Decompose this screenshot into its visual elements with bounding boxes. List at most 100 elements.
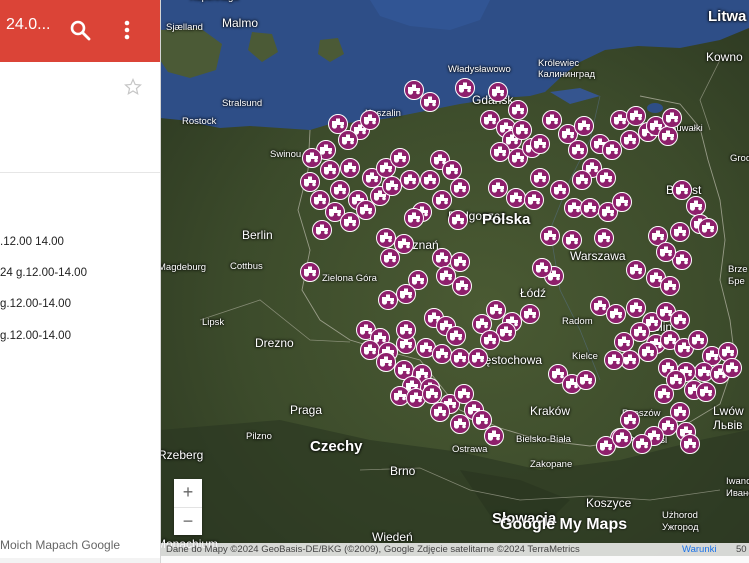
map-canvas[interactable]: Malmo Litwa Kowno Władysławowo Królewiec Кали… [160,0,749,563]
tractor-marker-icon[interactable] [488,178,508,198]
tractor-marker-icon[interactable] [382,176,402,196]
place-label: Królewiec [538,58,580,69]
tractor-marker-icon[interactable] [656,242,676,262]
star-icon[interactable] [124,78,142,96]
layer-item[interactable]: .12.00 14.00 [0,236,64,248]
tractor-marker-icon[interactable] [696,382,716,402]
layer-item[interactable]: g.12.00-14.00 [0,330,71,342]
place-label: Malmo [222,16,259,30]
tractor-marker-icon[interactable] [468,348,488,368]
tractor-marker-icon[interactable] [484,426,504,446]
tractor-marker-icon[interactable] [450,178,470,198]
tractor-marker-icon[interactable] [302,148,322,168]
scale-label: 50 [736,544,747,555]
tractor-marker-icon[interactable] [666,370,686,390]
tractor-marker-icon[interactable] [420,170,440,190]
tractor-marker-icon[interactable] [340,158,360,178]
tractor-marker-icon[interactable] [300,172,320,192]
tractor-marker-icon[interactable] [338,130,358,150]
tractor-marker-icon[interactable] [432,248,452,268]
tractor-marker-icon[interactable] [508,100,528,120]
tractor-marker-icon[interactable] [680,434,700,454]
tractor-marker-icon[interactable] [620,130,640,150]
tractor-marker-icon[interactable] [376,352,396,372]
place-label: Ужгород [662,522,699,533]
tractor-marker-icon[interactable] [662,108,682,128]
tractor-marker-icon[interactable] [658,126,678,146]
tractor-marker-icon[interactable] [530,168,550,188]
tractor-marker-icon[interactable] [568,140,588,160]
tractor-marker-icon[interactable] [312,220,332,240]
place-label: Ивано [726,488,749,499]
tractor-marker-icon[interactable] [512,120,532,140]
tractor-marker-icon[interactable] [420,92,440,112]
tractor-marker-icon[interactable] [404,208,424,228]
tractor-marker-icon[interactable] [452,276,472,296]
tractor-marker-icon[interactable] [530,134,550,154]
tractor-marker-icon[interactable] [442,160,462,180]
tractor-marker-icon[interactable] [562,230,582,250]
tractor-marker-icon[interactable] [604,350,624,370]
tractor-marker-icon[interactable] [576,370,596,390]
map-title[interactable]: 24.0... [6,16,50,34]
layer-item[interactable]: 24 g.12.00-14.00 [0,267,87,279]
tractor-marker-icon[interactable] [396,284,416,304]
tractor-marker-icon[interactable] [614,332,634,352]
tractor-marker-icon[interactable] [396,320,416,340]
tractor-marker-icon[interactable] [446,326,466,346]
tractor-marker-icon[interactable] [400,170,420,190]
tractor-marker-icon[interactable] [660,276,680,296]
tractor-marker-icon[interactable] [612,428,632,448]
tractor-marker-icon[interactable] [606,304,626,324]
tractor-marker-icon[interactable] [300,262,320,282]
tractor-marker-icon[interactable] [488,82,508,102]
tractor-marker-icon[interactable] [550,180,570,200]
tractor-marker-icon[interactable] [378,290,398,310]
tractor-marker-icon[interactable] [602,140,622,160]
tractor-marker-icon[interactable] [638,342,658,362]
search-icon[interactable] [68,18,92,42]
tractor-marker-icon[interactable] [380,248,400,268]
place-label: Władysławowo [448,64,511,75]
tractor-marker-icon[interactable] [422,384,442,404]
tractor-marker-icon[interactable] [580,198,600,218]
tractor-marker-icon[interactable] [390,148,410,168]
tractor-marker-icon[interactable] [532,258,552,278]
tractor-marker-icon[interactable] [432,190,452,210]
more-options-icon[interactable] [120,18,134,42]
tractor-marker-icon[interactable] [520,304,540,324]
tractor-marker-icon[interactable] [506,188,526,208]
tractor-marker-icon[interactable] [632,434,652,454]
tractor-marker-icon[interactable] [540,226,560,246]
footer-text[interactable]: Moich Mapach Google [0,538,120,552]
layer-item[interactable]: g.12.00-14.00 [0,298,71,310]
tractor-marker-icon[interactable] [596,168,616,188]
tractor-marker-icon[interactable] [430,402,450,422]
tractor-marker-icon[interactable] [450,414,470,434]
tractor-marker-icon[interactable] [612,192,632,212]
zoom-out-button[interactable]: − [174,507,202,535]
tractor-marker-icon[interactable] [330,180,350,200]
tractor-marker-icon[interactable] [455,78,475,98]
tractor-marker-icon[interactable] [572,170,592,190]
tractor-marker-icon[interactable] [320,160,340,180]
tractor-marker-icon[interactable] [490,142,510,162]
tractor-marker-icon[interactable] [686,196,706,216]
tractor-marker-icon[interactable] [670,310,690,330]
tractor-marker-icon[interactable] [432,344,452,364]
tractor-marker-icon[interactable] [448,210,468,230]
tractor-marker-icon[interactable] [524,190,544,210]
tractor-marker-icon[interactable] [670,222,690,242]
tractor-marker-icon[interactable] [698,218,718,238]
tractor-marker-icon[interactable] [626,260,646,280]
tractor-marker-icon[interactable] [594,228,614,248]
tractor-marker-icon[interactable] [450,348,470,368]
tractor-marker-icon[interactable] [360,110,380,130]
tractor-marker-icon[interactable] [722,358,742,378]
tractor-marker-icon[interactable] [574,116,594,136]
tractor-marker-icon[interactable] [376,228,396,248]
terms-link[interactable]: Warunki [682,543,717,556]
tractor-marker-icon[interactable] [620,410,640,430]
zoom-in-button[interactable]: + [174,479,202,506]
tractor-marker-icon[interactable] [480,330,500,350]
